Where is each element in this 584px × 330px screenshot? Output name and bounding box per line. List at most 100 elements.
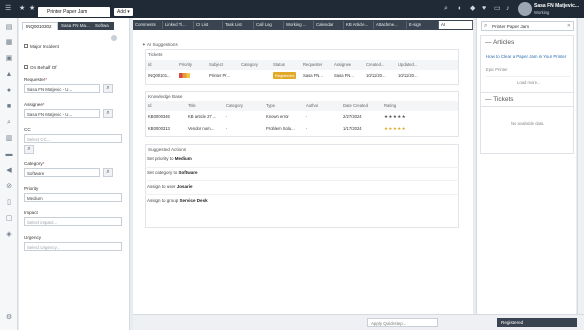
column-header: Category bbox=[241, 62, 258, 67]
category-field[interactable]: Software bbox=[24, 168, 100, 177]
clear-icon[interactable]: ✕ bbox=[567, 23, 571, 29]
tab-comments[interactable]: Comments bbox=[133, 21, 163, 29]
kb-id[interactable]: KB0000313 bbox=[148, 126, 170, 131]
requester-lookup-icon[interactable]: ⌕ bbox=[103, 84, 113, 93]
gear-icon[interactable]: ⚙ bbox=[5, 314, 13, 322]
ticket-subject: Printer Pr... bbox=[209, 73, 230, 78]
tab-linked-tickets[interactable]: Linked Ti... bbox=[163, 21, 194, 29]
kb-id[interactable]: KB0000346 bbox=[148, 114, 170, 119]
divider bbox=[145, 167, 459, 168]
right-panel: ⌕ Printer Paper Jam ✕ — Articles How to … bbox=[476, 18, 576, 314]
tickets-panel: — Tickets No available data. bbox=[480, 92, 574, 154]
megaphone-icon[interactable]: ◀ bbox=[5, 167, 13, 175]
tab-ci-list[interactable]: CI List bbox=[194, 21, 223, 29]
tab-category[interactable]: Softwa bbox=[92, 22, 114, 30]
tag-icon[interactable]: ◆ bbox=[470, 5, 475, 13]
tab-call-log[interactable]: Call Log bbox=[254, 21, 284, 29]
on-behalf-of-label: On Behalf Of bbox=[30, 65, 57, 70]
ticket-tab[interactable]: Printer Paper Jam bbox=[38, 7, 110, 17]
requester-field[interactable]: Sasa FN Matjevic - U... bbox=[24, 84, 100, 93]
article-link[interactable]: How to Clear a Paper Jam in Your Printer bbox=[486, 54, 572, 60]
top-bar: ☰ ★ ★ Printer Paper Jam Add ▾ ⌕ ◐ ◆ ♥ ▭ … bbox=[0, 0, 584, 18]
assignee-field[interactable]: Sasa FN Matjevic - U... bbox=[24, 109, 100, 118]
search-icon[interactable]: ⌕ bbox=[5, 119, 13, 127]
action-set-priority[interactable]: Set priority to Medium bbox=[147, 156, 192, 161]
impact-label: Impact bbox=[24, 210, 38, 215]
chat-icon[interactable]: ▭ bbox=[494, 5, 501, 13]
tab-ticket-id[interactable]: INQ0010302 bbox=[22, 22, 58, 30]
impact-select[interactable]: Select impact... bbox=[24, 217, 122, 226]
main-panel: Comments Linked Ti... CI List Task List … bbox=[133, 18, 473, 330]
ticket-id[interactable]: INQ00101... bbox=[148, 73, 176, 78]
action-assign-group[interactable]: Assign to group Service Desk bbox=[147, 198, 208, 203]
ticket-assignee: Sasa FN... bbox=[334, 73, 354, 78]
bag-icon[interactable]: ■ bbox=[5, 103, 13, 111]
tickets-title: — Tickets bbox=[485, 96, 514, 103]
shield-icon[interactable]: ◈ bbox=[5, 231, 13, 239]
table-row[interactable]: INQ00101... Printer Pr... Registered Sas… bbox=[146, 71, 458, 81]
table-row[interactable]: KB0000346 KB article 27 ... - Known erro… bbox=[146, 112, 458, 122]
action-assign-user[interactable]: Assign to user Josarie bbox=[147, 184, 193, 189]
assignee-lookup-icon[interactable]: ⌕ bbox=[103, 109, 113, 118]
kb-date: 1/17/2024 bbox=[343, 126, 362, 131]
block-icon[interactable]: ⊘ bbox=[5, 183, 13, 191]
divider bbox=[486, 76, 570, 77]
user-name[interactable]: Sasa FN Matjevic... bbox=[534, 3, 579, 9]
tab-attachments[interactable]: Attachme... bbox=[374, 21, 407, 29]
ticket-updated: 10/11/20... bbox=[398, 73, 418, 78]
tab-requester[interactable]: Sasa FN Ma... bbox=[58, 22, 92, 30]
requester-label: Requester* bbox=[24, 77, 47, 82]
ticket-icon[interactable]: ▣ bbox=[5, 55, 13, 63]
dashboard-icon[interactable]: ▤ bbox=[5, 24, 13, 32]
kb-title: KB article 27 ... bbox=[188, 114, 217, 119]
column-header: Subject bbox=[209, 62, 223, 67]
chart-icon[interactable]: ▥ bbox=[5, 135, 13, 143]
add-button[interactable]: Add ▾ bbox=[114, 8, 133, 16]
left-nav: ▤ ▦ ▣ ▲ ● ■ ⌕ ▥ ▬ ◀ ⊘ ▯ ▢ ◈ ⚙ bbox=[0, 18, 18, 330]
knowledge-base: Knowledge Base Id Title Category Type Au… bbox=[145, 91, 459, 137]
major-incident-label: Major Incident bbox=[30, 44, 59, 49]
star-icon[interactable]: ★ bbox=[19, 5, 25, 13]
action-set-category[interactable]: Set category to Software bbox=[147, 170, 198, 175]
comment-icon[interactable]: ▬ bbox=[5, 151, 13, 159]
column-header: Category bbox=[226, 103, 243, 108]
rating-stars: ★★★★★ bbox=[384, 113, 407, 119]
tab-kb-articles[interactable]: KB Article... bbox=[344, 21, 374, 29]
kb-search-input[interactable]: ⌕ Printer Paper Jam ✕ bbox=[481, 21, 574, 31]
star-icon[interactable]: ★ bbox=[29, 5, 35, 13]
priority-indicator bbox=[179, 73, 190, 78]
cc-field[interactable]: Select CC... bbox=[24, 134, 122, 143]
kb-category: - bbox=[226, 114, 228, 119]
priority-select[interactable]: Medium bbox=[24, 193, 122, 202]
menu-icon[interactable]: ☰ bbox=[5, 5, 11, 13]
tab-ai[interactable]: AI bbox=[439, 21, 473, 29]
cc-lookup-icon[interactable]: ⌕ bbox=[24, 145, 34, 154]
category-label: Category* bbox=[24, 161, 45, 166]
tab-task-list[interactable]: Task List bbox=[223, 21, 254, 29]
search-icon[interactable]: ⌕ bbox=[444, 5, 448, 13]
on-behalf-of-checkbox[interactable] bbox=[24, 65, 28, 69]
kb-title: Vendor num... bbox=[188, 126, 215, 131]
avatar[interactable] bbox=[518, 2, 532, 16]
tab-working[interactable]: Working ... bbox=[284, 21, 314, 29]
right-rail bbox=[577, 18, 584, 314]
grid-icon[interactable]: ▦ bbox=[5, 39, 13, 47]
tab-e-sign[interactable]: E-sign bbox=[407, 21, 439, 29]
bell-icon[interactable]: ♪ bbox=[506, 5, 510, 13]
heart-icon[interactable]: ♥ bbox=[482, 5, 486, 13]
major-incident-checkbox[interactable] bbox=[24, 44, 28, 48]
load-more-button[interactable]: Load more... bbox=[517, 80, 541, 85]
document-icon[interactable]: ▢ bbox=[5, 215, 13, 223]
table-row[interactable]: KB0000313 Vendor num... - Problem Solu..… bbox=[146, 124, 458, 134]
urgency-select[interactable]: Select Urgency... bbox=[24, 242, 122, 251]
cap-icon[interactable]: ▲ bbox=[5, 71, 13, 79]
column-header: Type bbox=[266, 103, 276, 108]
status-select[interactable]: Registered bbox=[497, 318, 577, 327]
collapse-icon[interactable] bbox=[111, 35, 117, 41]
users-icon[interactable]: ● bbox=[5, 87, 13, 95]
mobile-icon[interactable]: ▯ bbox=[5, 199, 13, 207]
category-lookup-icon[interactable]: ⌕ bbox=[103, 168, 113, 177]
tab-calendar[interactable]: Calendar bbox=[314, 21, 344, 29]
headset-icon[interactable]: ◐ bbox=[458, 5, 462, 13]
quickstep-select[interactable]: Apply Quickstep... bbox=[367, 318, 438, 327]
